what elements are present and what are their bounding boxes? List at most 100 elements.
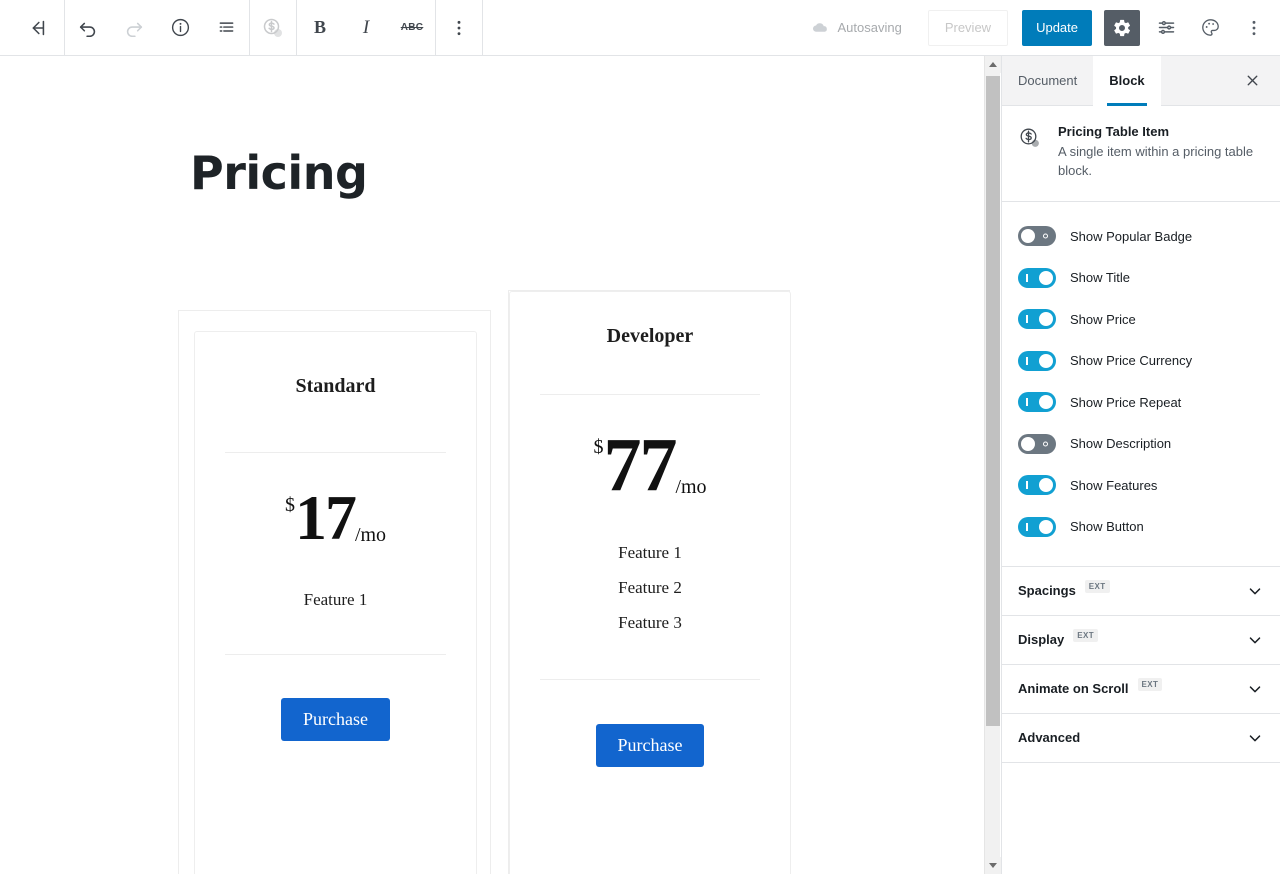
ext-badge: EXT (1084, 580, 1110, 594)
toggle-row-show-title[interactable]: Show Title (1018, 257, 1264, 299)
toggle-row-show-price-repeat[interactable]: Show Price Repeat (1018, 382, 1264, 424)
list-view-icon[interactable] (203, 8, 249, 48)
info-icon[interactable] (157, 8, 203, 48)
italic-icon[interactable]: I (343, 8, 389, 48)
italic-label: I (362, 16, 370, 38)
pricing-card-title[interactable]: Developer (510, 292, 790, 348)
strikethrough-icon[interactable]: ABC (389, 8, 435, 48)
autosave-status: Autosaving (811, 19, 902, 37)
scrollbar-thumb[interactable] (986, 76, 1000, 726)
toggle-row-show-popular-badge[interactable]: Show Popular Badge (1018, 216, 1264, 258)
bold-icon[interactable]: B (297, 8, 343, 48)
toggle-label: Show Features (1070, 477, 1158, 493)
redo-icon[interactable] (111, 8, 157, 48)
editor-more-menu-icon[interactable] (1236, 10, 1272, 46)
sidebar-tabs: Document Block (1002, 56, 1280, 106)
pricing-card-price[interactable]: $ 77 /mo (510, 423, 790, 507)
formatting-group: B I ABC (297, 0, 435, 56)
divider (225, 653, 446, 655)
toggle-row-show-price[interactable]: Show Price (1018, 299, 1264, 341)
toggle-row-show-description[interactable]: Show Description (1018, 423, 1264, 465)
chevron-down-icon (1246, 631, 1264, 649)
panel-spacings[interactable]: Spacings EXT (1002, 566, 1280, 616)
toggle-show-popular-badge[interactable] (1018, 226, 1056, 247)
cloud-icon (812, 22, 827, 32)
color-palette-icon[interactable] (1192, 10, 1228, 46)
more-options-icon[interactable] (436, 8, 482, 48)
panel-title: Display (1018, 632, 1065, 648)
divider (540, 394, 760, 395)
pricing-table-item-block-icon[interactable] (250, 8, 296, 48)
toggle-show-price-repeat[interactable] (1018, 392, 1056, 413)
price-repeat: /mo (354, 523, 387, 546)
strike-label: ABC (400, 22, 424, 33)
update-button[interactable]: Update (1022, 9, 1092, 46)
panel-display[interactable]: Display EXT (1002, 615, 1280, 665)
toggle-show-price-currency[interactable] (1018, 350, 1056, 371)
pricing-card-standard[interactable]: Standard $ 17 /mo Feature 1 Purchase (194, 331, 477, 874)
toggle-show-title[interactable] (1018, 267, 1056, 288)
toggle-label: Show Description (1070, 436, 1172, 452)
panel-animate-on-scroll[interactable]: Animate on Scroll EXT (1002, 664, 1280, 714)
toggle-show-description[interactable] (1018, 433, 1056, 454)
pricing-item-wrapper-standard[interactable]: Standard $ 17 /mo Feature 1 Purchase (178, 310, 491, 874)
feature-item[interactable]: Feature 2 (510, 570, 790, 605)
toggle-show-price[interactable] (1018, 309, 1056, 330)
pricing-table-block: Standard $ 17 /mo Feature 1 Purchase Dev… (0, 56, 984, 874)
settings-gear-icon[interactable] (1104, 9, 1140, 46)
autosave-label: Autosaving (837, 20, 902, 35)
block-toggles: Show Popular Badge Show Title Show Price… (1002, 202, 1280, 567)
purchase-button[interactable]: Purchase (281, 697, 390, 741)
pricing-card-developer[interactable]: Developer $ 77 /mo Feature 1 Feature 2 F… (509, 291, 791, 874)
canvas-scrollbar[interactable] (984, 56, 1001, 874)
undo-icon[interactable] (65, 8, 111, 48)
editor-toolbar: B I ABC Autosaving Preview Update (0, 0, 1280, 56)
settings-sidebar: Document Block Pricing Table Item A sing… (1001, 56, 1280, 874)
editor-canvas: Pricing Standard $ 17 /mo Feature 1 Purc… (0, 56, 984, 874)
toggle-label: Show Title (1070, 270, 1130, 286)
toggle-label: Show Price (1070, 311, 1136, 327)
scroll-up-arrow-icon[interactable] (985, 56, 1001, 73)
price-currency: $ (593, 436, 604, 458)
block-settings-sliders-icon[interactable] (1148, 10, 1184, 46)
feature-item[interactable]: Feature 3 (510, 605, 790, 640)
price-amount: 17 (294, 482, 357, 553)
toolbar-right-group: Autosaving Preview Update (811, 0, 1280, 56)
price-amount: 77 (603, 423, 677, 507)
history-group (65, 0, 249, 56)
preview-button[interactable]: Preview (927, 9, 1009, 46)
chevron-down-icon (1246, 680, 1264, 698)
pricing-card-features[interactable]: Feature 1 Feature 2 Feature 3 (510, 535, 790, 640)
bold-label: B (313, 17, 326, 37)
panel-title: Advanced (1018, 730, 1081, 746)
block-name: Pricing Table Item (1058, 124, 1170, 139)
editor-window: B I ABC Autosaving Preview Update Pricin… (0, 0, 1280, 874)
pricing-card-title[interactable]: Standard (195, 332, 476, 398)
current-block-group (250, 0, 296, 56)
close-icon[interactable] (1234, 63, 1270, 99)
panel-advanced[interactable]: Advanced (1002, 713, 1280, 763)
toggle-show-button[interactable] (1018, 516, 1056, 537)
purchase-button[interactable]: Purchase (595, 724, 705, 768)
pricing-item-wrapper-developer[interactable]: Developer $ 77 /mo Feature 1 Feature 2 F… (508, 290, 791, 874)
tab-block[interactable]: Block (1093, 56, 1161, 106)
pricing-card-button-wrap: Purchase (195, 697, 476, 741)
feature-item[interactable]: Feature 1 (195, 582, 476, 617)
toggle-label: Show Button (1070, 519, 1144, 535)
toggle-row-show-button[interactable]: Show Button (1018, 506, 1264, 548)
scroll-down-arrow-icon[interactable] (985, 857, 1001, 874)
panel-title: Spacings (1018, 583, 1076, 599)
ext-badge: EXT (1073, 629, 1099, 643)
back-to-dashboard-icon[interactable] (10, 8, 64, 48)
divider (540, 679, 760, 681)
feature-item[interactable]: Feature 1 (510, 535, 790, 570)
chevron-down-icon (1246, 582, 1264, 600)
pricing-card-price[interactable]: $ 17 /mo (195, 482, 476, 553)
pricing-card-features[interactable]: Feature 1 (195, 582, 476, 617)
toggle-label: Show Popular Badge (1070, 228, 1193, 244)
toggle-row-show-features[interactable]: Show Features (1018, 465, 1264, 507)
tab-document[interactable]: Document (1002, 56, 1093, 106)
toggle-row-show-price-currency[interactable]: Show Price Currency (1018, 340, 1264, 382)
toggle-show-features[interactable] (1018, 475, 1056, 496)
block-info-text: Pricing Table Item A single item within … (1058, 124, 1264, 181)
